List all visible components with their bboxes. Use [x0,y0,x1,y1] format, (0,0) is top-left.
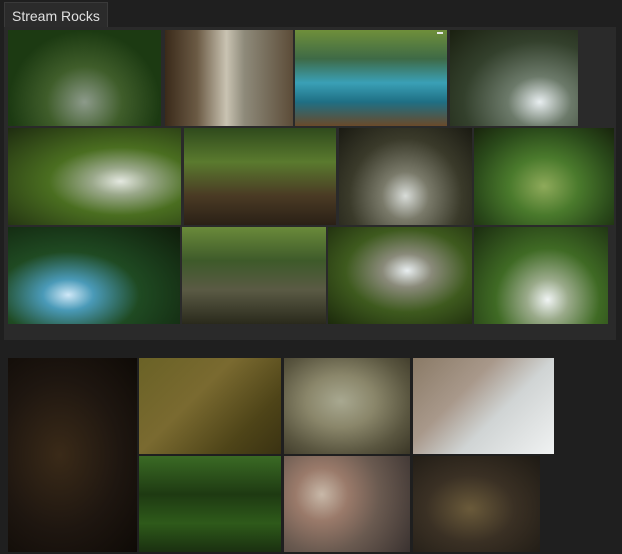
image-thumbnail[interactable] [139,456,281,552]
image-thumbnail[interactable] [474,128,614,225]
image-thumbnail[interactable] [450,30,578,126]
image-thumbnail[interactable] [184,128,336,225]
image-thumbnail[interactable] [328,227,472,324]
image-thumbnail[interactable] [413,358,554,454]
image-thumbnail[interactable] [8,128,181,225]
image-thumbnail[interactable] [413,456,540,552]
image-thumbnail[interactable] [339,128,472,225]
image-thumbnail[interactable] [295,30,447,126]
image-thumbnail[interactable] [474,227,608,324]
image-thumbnail[interactable] [8,358,137,552]
selection-marker-icon [437,32,443,34]
image-thumbnail[interactable] [8,30,161,126]
image-thumbnail[interactable] [182,227,326,324]
board-title[interactable]: Stream Rocks [4,2,108,29]
image-thumbnail[interactable] [8,227,180,324]
image-thumbnail[interactable] [139,358,281,454]
image-thumbnail[interactable] [284,456,410,552]
image-thumbnail[interactable] [284,358,410,454]
image-thumbnail[interactable] [165,30,293,126]
